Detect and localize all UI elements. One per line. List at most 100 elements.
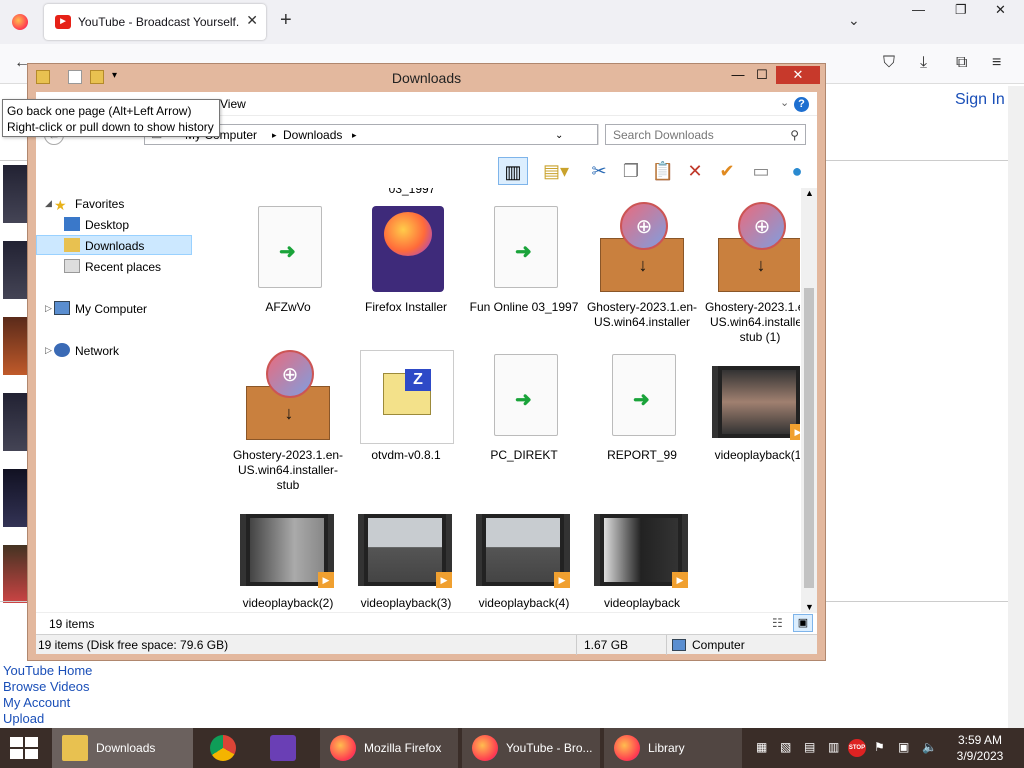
rename-icon[interactable]: ▭ — [746, 157, 776, 185]
link-browse-videos[interactable]: Browse Videos — [3, 679, 92, 695]
address-dropdown-icon[interactable]: ⌄ — [555, 130, 563, 141]
network-tray-icon[interactable]: ▣ — [898, 740, 909, 754]
tray-app-icon[interactable]: ▦ — [756, 740, 767, 754]
file-item[interactable]: ➜ AFZwVo — [232, 202, 344, 315]
file-item[interactable]: ↓⊕ Ghostery-2023.1.en-US.win64.installer… — [232, 350, 344, 493]
checkmark-icon[interactable]: ✔ — [714, 157, 740, 185]
taskbar-button-mozilla-firefox[interactable]: Mozilla Firefox — [320, 728, 458, 768]
file-item[interactable]: ▶ videoplayback(2) — [232, 498, 344, 611]
file-item[interactable]: Firefox Installer — [350, 202, 462, 315]
stop-icon[interactable]: STOP — [848, 739, 866, 757]
file-name: AFZwVo — [265, 300, 311, 314]
file-item[interactable]: ➜ Fun Online 03_1997 — [468, 202, 580, 315]
taskbar-button-library[interactable]: Library — [604, 728, 742, 768]
cut-icon[interactable]: ✂ — [586, 157, 612, 185]
video-thumbnail[interactable] — [3, 241, 27, 299]
paste-icon[interactable]: 📋 — [650, 157, 676, 185]
system-clock[interactable]: 3:59 AM 3/9/2023 — [952, 732, 1008, 764]
ghostery-globe-icon: ⊕ — [620, 202, 668, 250]
file-item[interactable]: ▶ videoplayback(1) — [704, 350, 800, 463]
hamburger-menu-icon[interactable]: ≡ — [992, 54, 1001, 72]
nav-desktop[interactable]: Desktop — [64, 215, 129, 235]
file-item[interactable]: Z otvdm-v0.8.1 — [350, 350, 462, 463]
nav-recent-places[interactable]: Recent places — [64, 257, 161, 277]
file-item[interactable]: ▶ videoplayback(3) — [350, 498, 462, 611]
video-file-icon: ▶ — [358, 514, 452, 588]
video-thumbnail[interactable] — [3, 469, 27, 527]
copy-icon[interactable]: ❐ — [618, 157, 644, 185]
file-item[interactable]: ▶ videoplayback(4) — [468, 498, 580, 611]
taskbar-button-chrome[interactable] — [200, 728, 252, 768]
explorer-titlebar[interactable]: ▾ Downloads — ☐ ✕ — [28, 64, 825, 92]
expand-arrow-icon[interactable]: ▷ — [45, 303, 52, 314]
link-youtube-home[interactable]: YouTube Home — [3, 663, 92, 679]
breadcrumb-separator-icon[interactable]: ▸ — [272, 130, 277, 141]
breadcrumb-downloads[interactable]: Downloads — [283, 128, 342, 142]
tab-close-button[interactable]: ✕ — [246, 12, 258, 29]
details-view-icon[interactable]: ☷ — [772, 616, 783, 630]
file-item[interactable]: ↓ ⊕ Ghostery-2023.1.en-US.win64.installer — [586, 202, 698, 330]
menu-view[interactable]: View — [220, 97, 246, 111]
taskbar-button-visual-studio[interactable] — [260, 728, 312, 768]
pocket-icon[interactable]: ⛉ — [883, 54, 895, 72]
preview-pane-icon[interactable]: ▥ — [498, 157, 528, 185]
page-scrollbar[interactable] — [1008, 86, 1024, 728]
video-thumbnail[interactable] — [3, 165, 27, 223]
extensions-icon[interactable]: ⧉ — [956, 54, 967, 72]
taskbar-button-youtube[interactable]: YouTube - Bro... — [462, 728, 600, 768]
file-name: Ghostery-2023.1.en-US.win64.installer-st… — [232, 448, 344, 492]
volume-icon[interactable]: 🔈 — [922, 740, 937, 754]
search-icon[interactable]: ⚲ — [790, 128, 799, 142]
search-input[interactable]: Search Downloads ⚲ — [605, 124, 806, 145]
tray-app-icon[interactable]: ▥ — [828, 740, 839, 754]
minimize-icon[interactable]: — — [912, 2, 925, 17]
video-thumbnail[interactable] — [3, 317, 27, 375]
large-icons-view-icon[interactable]: ▣ — [793, 614, 813, 632]
sign-in-link[interactable]: Sign In — [955, 91, 1005, 109]
maximize-icon[interactable]: ☐ — [748, 66, 776, 84]
close-window-icon[interactable]: ✕ — [995, 2, 1006, 18]
nav-network[interactable]: Network — [54, 341, 119, 361]
file-name: Ghostery-2023.1.en-US.win64.installer-st… — [704, 300, 800, 344]
expand-arrow-icon[interactable]: ▷ — [45, 345, 52, 356]
nav-label: Favorites — [75, 197, 125, 211]
scroll-up-icon[interactable]: ▲ — [805, 188, 814, 198]
tray-app-icon[interactable]: ▤ — [804, 740, 815, 754]
expand-ribbon-icon[interactable]: ⌄ — [780, 96, 789, 109]
video-thumbnail[interactable] — [3, 545, 27, 603]
firefox-menu-icon[interactable] — [12, 14, 28, 30]
restore-icon[interactable]: ❐ — [955, 2, 967, 18]
collapse-arrow-icon[interactable]: ◢ — [45, 198, 52, 209]
tab-youtube[interactable]: ▶ YouTube - Broadcast Yourself. ✕ — [44, 4, 266, 40]
list-all-tabs-icon[interactable]: ⌄ — [848, 12, 860, 29]
scrollbar-thumb[interactable] — [804, 288, 814, 588]
globe-icon[interactable]: ● — [784, 157, 810, 185]
youtube-favicon-icon: ▶ — [55, 15, 71, 29]
taskbar-label: Library — [648, 741, 685, 755]
downloads-icon[interactable]: ⤓ — [920, 54, 927, 72]
nav-favorites[interactable]: ★ Favorites — [54, 194, 124, 214]
recent-places-icon — [64, 259, 80, 273]
new-tab-button[interactable]: + — [280, 10, 292, 30]
taskbar-button-downloads[interactable]: Downloads — [52, 728, 193, 768]
clock-time: 3:59 AM — [957, 733, 1003, 747]
scroll-down-icon[interactable]: ▼ — [805, 602, 814, 612]
nav-downloads[interactable]: Downloads — [36, 235, 192, 255]
delete-icon[interactable]: ✕ — [682, 157, 708, 185]
link-my-account[interactable]: My Account — [3, 695, 92, 711]
nav-my-computer[interactable]: My Computer — [54, 299, 147, 319]
breadcrumb-separator-icon[interactable]: ▸ — [352, 130, 357, 141]
link-upload[interactable]: Upload — [3, 711, 92, 727]
organize-icon[interactable]: ▤▾ — [536, 157, 576, 185]
action-center-flag-icon[interactable]: ⚑ — [874, 740, 885, 754]
file-item[interactable]: ➜ PC_DIREKT — [468, 350, 580, 463]
video-thumbnail[interactable] — [3, 393, 27, 451]
windows-start-icon[interactable] — [10, 737, 38, 759]
file-item[interactable]: ➜ REPORT_99 — [586, 350, 698, 463]
tray-app-icon[interactable]: ▧ — [780, 740, 791, 754]
file-item[interactable]: ▶ videoplayback — [586, 498, 698, 611]
file-item[interactable]: ↓⊕ Ghostery-2023.1.en-US.win64.installer… — [704, 202, 800, 345]
close-icon[interactable]: ✕ — [776, 66, 820, 84]
file-list-scrollbar[interactable]: ▲ ▼ — [801, 188, 817, 612]
help-icon[interactable]: ? — [794, 97, 809, 112]
